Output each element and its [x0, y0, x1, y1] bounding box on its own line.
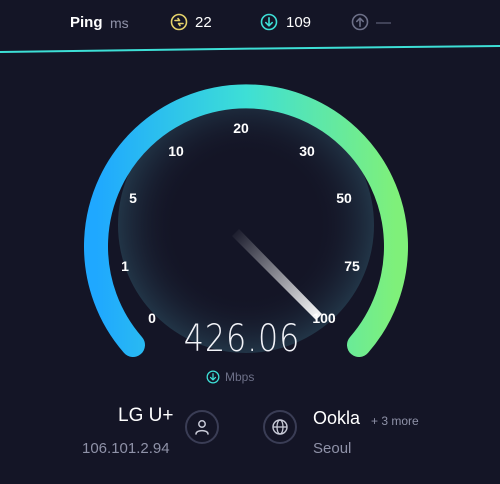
user-icon — [195, 420, 209, 435]
tick-label-50: 50 — [336, 190, 352, 206]
tick-label-5: 5 — [129, 190, 137, 206]
change-server-button[interactable] — [263, 410, 297, 444]
download-arrow-icon — [206, 370, 220, 384]
tick-label-10: 10 — [168, 143, 184, 159]
tick-label-20: 20 — [233, 120, 249, 136]
server-more-link[interactable]: + 3 more — [371, 414, 419, 428]
server-name[interactable]: Ookla — [313, 408, 360, 429]
speed-gauge: 0 1 5 10 20 30 50 75 100 — [84, 84, 408, 357]
speed-value: 426.06 — [183, 317, 301, 360]
server-city: Seoul — [313, 440, 352, 457]
isp-name: LG U+ — [118, 405, 174, 426]
speed-unit-row: Mbps — [206, 369, 254, 385]
change-provider-button[interactable] — [185, 410, 219, 444]
tick-label-75: 75 — [344, 258, 360, 274]
tick-label-30: 30 — [299, 143, 315, 159]
globe-icon — [272, 419, 288, 435]
tick-label-0: 0 — [148, 310, 156, 326]
isp-ip-address: 106.101.2.94 — [82, 440, 170, 457]
tick-label-1: 1 — [121, 258, 129, 274]
speed-unit: Mbps — [225, 370, 255, 384]
